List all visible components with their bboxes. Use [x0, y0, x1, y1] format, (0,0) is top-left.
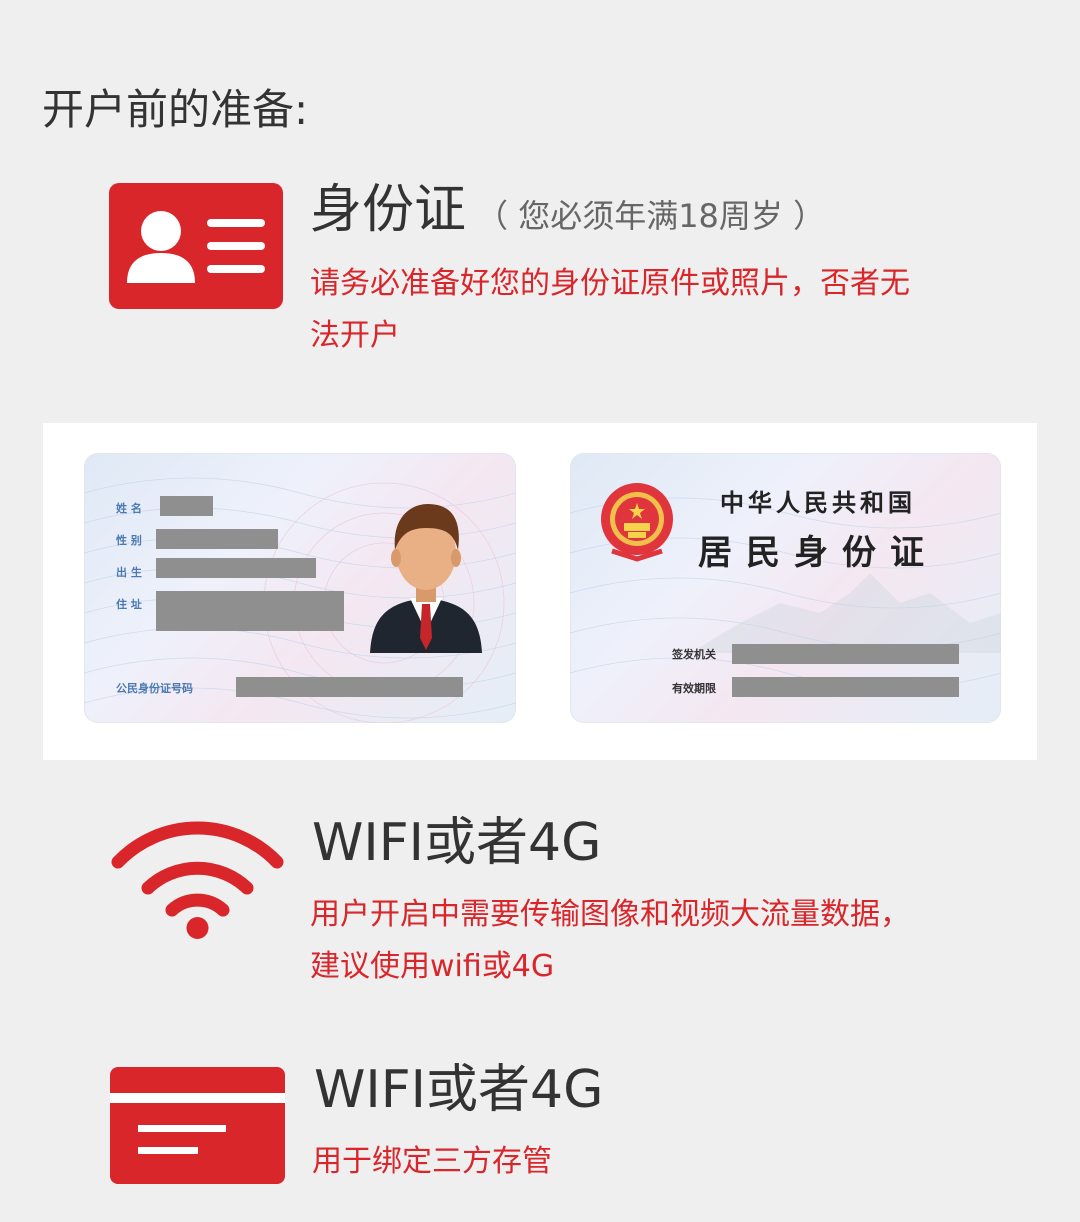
id-number-redacted	[236, 677, 463, 697]
authority-redacted	[732, 644, 959, 664]
storage-description: 用于绑定三方存管	[312, 1144, 552, 1179]
gender-label: 性 别	[116, 534, 142, 547]
back-title-country: 中华人民共和国	[720, 488, 916, 517]
validity-redacted	[732, 677, 959, 697]
id-card-icon	[109, 183, 283, 313]
id-card-front: 姓 名 性 别 出 生 住 址 公民身份证号码	[84, 453, 516, 723]
bank-card-icon	[110, 1067, 285, 1188]
address-redacted	[156, 591, 344, 631]
gender-redacted	[156, 529, 278, 549]
validity-label: 有效期限	[672, 682, 716, 695]
wifi-title: WIFI或者4G	[312, 813, 602, 873]
age-requirement-note: （ 您必须年满18周岁 ）	[476, 197, 826, 235]
id-card-title: 身份证（ 您必须年满18周岁 ）	[310, 180, 826, 240]
address-label: 住 址	[116, 598, 142, 611]
name-label: 姓 名	[116, 502, 142, 515]
authority-label: 签发机关	[672, 648, 716, 661]
wifi-description: 用户开启中需要传输图像和视频大流量数据， 建议使用wifi或4G	[310, 897, 910, 984]
storage-title: WIFI或者4G	[314, 1060, 604, 1120]
id-number-label: 公民身份证号码	[116, 682, 193, 695]
name-redacted	[160, 496, 213, 516]
id-card-samples: 姓 名 性 别 出 生 住 址 公民身份证号码 中华人民共和国 居民身份证 签发…	[43, 423, 1037, 760]
birth-label: 出 生	[116, 566, 142, 579]
page-title: 开户前的准备:	[42, 85, 309, 134]
back-title-card: 居民身份证	[698, 533, 938, 573]
portrait-avatar	[370, 504, 482, 653]
birth-redacted	[156, 558, 316, 578]
national-emblem-icon	[601, 483, 673, 562]
id-card-description: 请务必准备好您的身份证原件或照片，否者无 法开户	[310, 266, 910, 353]
wifi-icon	[110, 818, 285, 944]
id-card-back: 中华人民共和国 居民身份证 签发机关 有效期限	[570, 453, 1001, 723]
